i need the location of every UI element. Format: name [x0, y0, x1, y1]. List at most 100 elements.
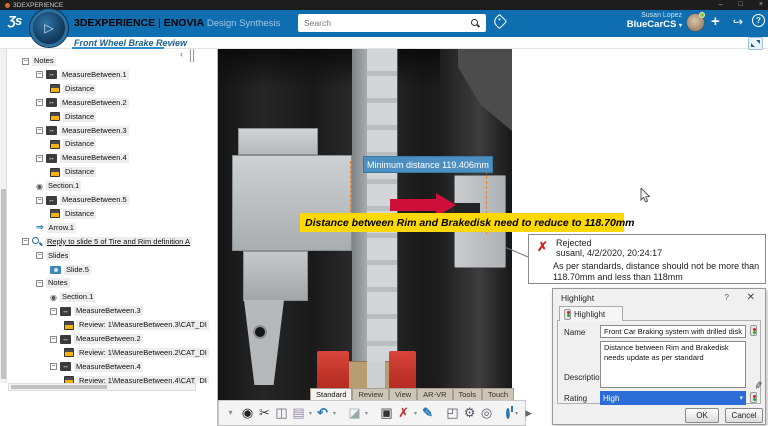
tree-expander[interactable]: −: [50, 308, 57, 315]
tree-item[interactable]: Distance: [50, 83, 96, 95]
explore-icon[interactable]: ◎: [479, 403, 494, 423]
tree-item[interactable]: −Notes: [22, 55, 56, 67]
tree-item[interactable]: −↔MeasureBetween.2: [50, 333, 143, 345]
tree-item[interactable]: Review: 1\MeasureBetween.2\CAT_DI: [64, 347, 209, 359]
tree-item[interactable]: −↔MeasureBetween.4: [36, 152, 129, 164]
tree-expander[interactable]: −: [36, 71, 43, 78]
search-input[interactable]: [298, 16, 471, 30]
tree-item-label[interactable]: MeasureBetween.3: [74, 306, 143, 316]
tree-item-label[interactable]: Notes: [32, 56, 56, 66]
hub-lower[interactable]: [243, 251, 308, 301]
toolbar-tab-view[interactable]: View: [389, 388, 417, 400]
tree-item[interactable]: Distance: [50, 111, 96, 123]
delete-annotation-icon[interactable]: ✗: [396, 403, 411, 423]
tree-item-label[interactable]: MeasureBetween.3: [60, 126, 129, 136]
tree-item[interactable]: −Notes: [36, 277, 70, 289]
tree-item-label[interactable]: Section.1: [60, 292, 95, 302]
annotation-arrow[interactable]: [390, 199, 436, 211]
cube-icon[interactable]: ◰: [445, 403, 460, 423]
tree-expander[interactable]: −: [36, 197, 43, 204]
tree-expander[interactable]: −: [50, 336, 57, 343]
tree-item-label[interactable]: Distance: [63, 112, 96, 122]
tree-item-label[interactable]: Review: 1\MeasureBetween.4\CAT_DI: [77, 376, 209, 383]
toolbar-tab-touch[interactable]: Touch: [482, 388, 514, 400]
tree-expander[interactable]: −: [22, 238, 29, 245]
new-tab-button[interactable]: +: [170, 38, 175, 48]
dropdown-caret-icon[interactable]: ▾: [365, 410, 368, 417]
compass-icon[interactable]: ▷: [30, 9, 68, 47]
tree-item[interactable]: −↔MeasureBetween.3: [50, 305, 143, 317]
dialog-tab-highlight[interactable]: Highlight: [559, 306, 623, 321]
tree-item[interactable]: −↔MeasureBetween.1: [36, 69, 129, 81]
camera-capture-icon[interactable]: ▣: [379, 403, 394, 423]
tree-item[interactable]: ⇒Arrow.1: [36, 222, 76, 234]
undo-icon[interactable]: ↶: [315, 403, 330, 423]
scrollbar-thumb[interactable]: [11, 385, 107, 389]
tree-item-label[interactable]: Reply to slide 5 of Tire and Rim definit…: [45, 237, 192, 247]
tree-item[interactable]: −↔MeasureBetween.2: [36, 97, 129, 109]
tree-item[interactable]: − Reply to slide 5 of Tire and Rim defini…: [22, 236, 192, 248]
minimize-button[interactable]: –: [719, 0, 723, 10]
tree-item-label[interactable]: Distance: [63, 139, 96, 149]
rating-select[interactable]: High ▾: [600, 391, 746, 405]
dropdown-caret-icon[interactable]: ▾: [309, 410, 312, 417]
tree-item-label[interactable]: Arrow.1: [47, 223, 76, 233]
tree-item[interactable]: ◉Section.1: [36, 180, 81, 192]
tree-item[interactable]: Review: 1\MeasureBetween.3\CAT_DI: [64, 319, 209, 331]
toolbar-tab-review[interactable]: Review: [352, 388, 389, 400]
collapse-view-icon[interactable]: [748, 37, 763, 50]
tree-item-label[interactable]: Review: 1\MeasureBetween.2\CAT_DI: [77, 348, 209, 358]
tree-item-label[interactable]: Distance: [63, 167, 96, 177]
copy-icon[interactable]: ◫: [274, 403, 289, 423]
more-icon[interactable]: ▸: [521, 403, 536, 423]
media-icon[interactable]: ◉: [240, 403, 255, 423]
user-block[interactable]: Susan Lopez BlueCarCS ▾: [612, 12, 682, 30]
tree-item-label[interactable]: MeasureBetween.1: [60, 70, 129, 80]
toolbar-tab-standard[interactable]: Standard: [310, 388, 352, 400]
dialog-close-icon[interactable]: ✕: [747, 292, 755, 303]
name-field[interactable]: [600, 325, 746, 338]
tree-item-label[interactable]: Review: 1\MeasureBetween.3\CAT_DI: [77, 320, 209, 330]
dropdown-caret-icon[interactable]: ▾: [414, 410, 417, 417]
annotation-banner[interactable]: Distance between Rim and Brakedisk need …: [300, 213, 624, 232]
rejected-comment-box[interactable]: ✗ Rejected susanl, 4/2/2020, 20:24:17 As…: [528, 234, 766, 284]
tree-item[interactable]: Slide.5: [50, 264, 91, 276]
help-icon[interactable]: ?: [752, 14, 765, 27]
maximize-button[interactable]: □: [739, 0, 743, 10]
dropdown-caret-icon[interactable]: ▾: [515, 410, 518, 417]
toolbar-tab-ar-vr[interactable]: AR-VR: [417, 388, 452, 400]
tree-item[interactable]: −↔MeasureBetween.4: [50, 361, 143, 373]
tree-item-label[interactable]: Distance: [63, 84, 96, 94]
eraser-icon[interactable]: ◪: [347, 403, 362, 423]
tree-expander[interactable]: −: [50, 363, 57, 370]
tree-item-label[interactable]: Notes: [46, 278, 70, 288]
tree-item-label[interactable]: Section.1: [46, 181, 81, 191]
tree-item-label[interactable]: MeasureBetween.4: [60, 153, 129, 163]
hub-top[interactable]: [238, 128, 318, 155]
tree-item-label[interactable]: MeasureBetween.5: [60, 195, 129, 205]
add-content-button[interactable]: +: [711, 13, 720, 31]
tree-item[interactable]: −↔MeasureBetween.3: [36, 125, 129, 137]
ok-button[interactable]: OK: [685, 408, 719, 423]
hub-body[interactable]: [232, 155, 352, 251]
tree-item-label[interactable]: Distance: [63, 209, 96, 219]
paste-icon[interactable]: ▤: [291, 403, 306, 423]
tree-item-label[interactable]: MeasureBetween.4: [74, 362, 143, 372]
power-icon[interactable]: [506, 408, 510, 419]
tree-item-label[interactable]: MeasureBetween.2: [60, 98, 129, 108]
tree-expander[interactable]: −: [36, 155, 43, 162]
close-button[interactable]: ×: [759, 0, 763, 10]
tree-horizontal-scrollbar[interactable]: [8, 383, 196, 391]
tree-expander[interactable]: −: [22, 58, 29, 65]
tree-item-label[interactable]: Slide.5: [64, 265, 91, 275]
tree-item[interactable]: −↔MeasureBetween.5: [36, 194, 129, 206]
toolbar-tab-tools[interactable]: Tools: [453, 388, 483, 400]
overflow-chevron-icon[interactable]: ▾: [223, 403, 238, 423]
tree-expander[interactable]: −: [36, 127, 43, 134]
tree-item[interactable]: Distance: [50, 138, 96, 150]
tree-item[interactable]: −Slides: [36, 250, 70, 262]
tree-expander[interactable]: −: [36, 280, 43, 287]
search-icon[interactable]: [471, 19, 480, 28]
scrollbar-thumb[interactable]: [1, 189, 6, 379]
description-field[interactable]: Distance between Rim and Brakedisk needs…: [600, 341, 746, 388]
